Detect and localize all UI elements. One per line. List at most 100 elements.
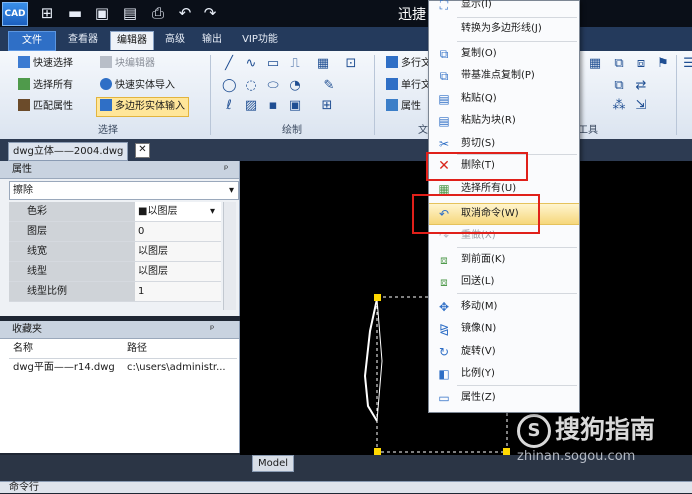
quick-entity-import-button[interactable]: 快速实体导入	[100, 77, 175, 95]
tab-file[interactable]: 文件	[8, 31, 56, 51]
tool-copy-icon[interactable]: ⧉	[612, 57, 626, 71]
polyline-icon[interactable]: ∿	[244, 57, 258, 71]
grip-handle	[374, 294, 381, 301]
tool-grid-icon[interactable]: ▦	[588, 57, 602, 71]
attribute-button[interactable]: 属性	[386, 98, 421, 116]
menu-item-paste-block[interactable]: ▤ 粘贴为块(R)	[429, 111, 579, 131]
annotation-box-delete	[426, 152, 528, 181]
menu-item-copy-base[interactable]: ⧉ 带基准点复制(P)	[429, 66, 579, 86]
entity-type-select[interactable]: 擦除 ▾	[9, 181, 239, 200]
tool-export-icon[interactable]: ⇲	[634, 99, 648, 113]
match-properties-button[interactable]: 匹配属性	[18, 98, 73, 116]
ribbon-panel: 快速选择 块编辑器 选择所有 快速实体导入 匹配属性 多边形实体输入 选择 ╱ …	[0, 51, 692, 140]
open-icon[interactable]: ▬	[65, 3, 85, 23]
tool-link-icon[interactable]: ⧉	[612, 79, 626, 93]
rectangle-icon[interactable]: ▭	[266, 57, 280, 71]
circle-icon[interactable]: ◯	[222, 79, 237, 93]
block-editor-button[interactable]: 块编辑器	[100, 55, 155, 73]
dimension-icon[interactable]: ⊡	[344, 57, 358, 71]
document-tab[interactable]: dwg立体——2004.dwg	[8, 142, 129, 161]
tab-output[interactable]: 输出	[197, 31, 227, 49]
tab-vip[interactable]: VIP功能	[235, 31, 285, 49]
tool-flag-icon[interactable]: ⚑	[656, 57, 670, 71]
menu-item-display[interactable]: ⛶ 显示(I)	[429, 0, 579, 15]
brush-icon	[18, 99, 30, 111]
new-icon[interactable]: ⊞	[37, 3, 57, 23]
property-row[interactable]: 线型比例 1	[9, 282, 221, 302]
paste-icon: ▤	[438, 92, 450, 106]
close-icon[interactable]: ✕	[135, 143, 150, 158]
app-logo-icon[interactable]: CAD	[2, 2, 28, 26]
properties-scrollbar[interactable]	[223, 202, 236, 310]
menu-separator	[457, 247, 577, 248]
menu-item-copy[interactable]: ⧉ 复制(O)	[429, 44, 579, 64]
menu-item-scale[interactable]: ◧ 比例(Y)	[429, 364, 579, 384]
model-tab[interactable]: Model	[252, 455, 294, 472]
properties-title: 属性	[12, 164, 32, 175]
tool-swap-icon[interactable]: ⇄	[634, 79, 648, 93]
menu-item-paste[interactable]: ▤ 粘贴(Q)	[429, 89, 579, 109]
gradient-icon[interactable]: ▨	[244, 99, 258, 113]
menu-item-rotate[interactable]: ↻ 旋转(V)	[429, 342, 579, 362]
favorites-panel: 收藏夹 ᵖ 名称 路径 dwg平面——r14.dwg c:\users\admi…	[0, 321, 240, 453]
text-icon	[386, 78, 398, 90]
point-icon[interactable]: ▪	[266, 99, 280, 113]
undo-icon[interactable]: ↶	[175, 3, 195, 23]
arc-icon[interactable]: ◌	[244, 79, 258, 93]
menu-item-bring-front[interactable]: ⧈ 到前面(K)	[429, 250, 579, 270]
spline-icon[interactable]: ◔	[288, 79, 302, 93]
menu-separator	[457, 17, 577, 18]
multiline-text-button[interactable]: 多行文	[386, 55, 431, 73]
pencil-icon[interactable]: ✎	[322, 79, 336, 93]
move-icon: ✥	[438, 300, 450, 314]
favorites-title: 收藏夹	[12, 324, 42, 335]
copy-base-icon: ⧉	[439, 69, 449, 83]
menu-item-send-back[interactable]: ⧈ 回送(L)	[429, 272, 579, 292]
import-icon	[100, 78, 112, 90]
property-row[interactable]: 图层 0	[9, 222, 221, 242]
tab-editor[interactable]: 编辑器	[110, 31, 154, 50]
single-line-text-button[interactable]: 单行文	[386, 77, 431, 95]
ribbon-separator	[210, 55, 211, 135]
menu-item-convert-polyline[interactable]: 转换为多边形线(J)	[429, 19, 579, 39]
pin-icon[interactable]: ᵖ	[210, 321, 214, 338]
cut-icon: ✂	[438, 137, 450, 151]
line-icon[interactable]: ╱	[222, 57, 236, 71]
mirror-icon: ⧎	[438, 322, 450, 336]
menu-item-mirror[interactable]: ⧎ 镜像(N)	[429, 319, 579, 339]
property-row[interactable]: 色彩 ■以图层 ▾	[9, 202, 221, 222]
menu-item-move[interactable]: ✥ 移动(M)	[429, 297, 579, 317]
ellipse-icon[interactable]: ⬭	[266, 79, 280, 93]
save-as-icon[interactable]: ▤	[120, 3, 140, 23]
image-icon[interactable]: ▣	[288, 99, 302, 113]
quick-select-icon	[18, 56, 30, 68]
save-icon[interactable]: ▣	[92, 3, 112, 23]
property-row[interactable]: 线型 以图层	[9, 262, 221, 282]
tab-advanced[interactable]: 高级	[160, 31, 190, 49]
menu-item-properties[interactable]: ▭ 属性(Z)	[429, 388, 579, 408]
text-group-label: 文	[418, 125, 428, 136]
pin-icon[interactable]: ᵖ	[224, 161, 228, 178]
chevron-down-icon[interactable]: ▾	[210, 202, 215, 221]
menu-item-cut[interactable]: ✂ 剪切(S)	[429, 134, 579, 154]
property-row[interactable]: 线宽 以图层	[9, 242, 221, 262]
tool-layers-icon[interactable]: ⧈	[634, 57, 648, 71]
polygon-draw-icon[interactable]: ⎍	[288, 57, 302, 71]
grip-handle	[374, 448, 381, 455]
polygon-entity-input-button[interactable]: 多边形实体输入	[96, 97, 189, 117]
hatch-icon[interactable]: ▦	[316, 57, 330, 71]
print-icon[interactable]: ⎙	[148, 3, 168, 23]
table-icon[interactable]: ⊞	[320, 99, 334, 113]
favorites-row[interactable]: dwg平面——r14.dwg c:\users\administr...	[9, 359, 237, 377]
redo-icon[interactable]: ↷	[200, 3, 220, 23]
select-all-button[interactable]: 选择所有	[18, 77, 73, 95]
column-name[interactable]: 名称	[13, 340, 33, 358]
command-line[interactable]: 命令行	[0, 481, 692, 493]
tool-more-icon[interactable]: ☰	[682, 57, 692, 71]
column-path[interactable]: 路径	[127, 340, 147, 358]
tool-nodes-icon[interactable]: ⁂	[612, 99, 626, 113]
curve-icon[interactable]: ℓ	[222, 99, 236, 113]
tab-viewer[interactable]: 查看器	[62, 31, 104, 49]
quick-select-button[interactable]: 快速选择	[18, 55, 73, 73]
menu-separator	[457, 293, 577, 294]
